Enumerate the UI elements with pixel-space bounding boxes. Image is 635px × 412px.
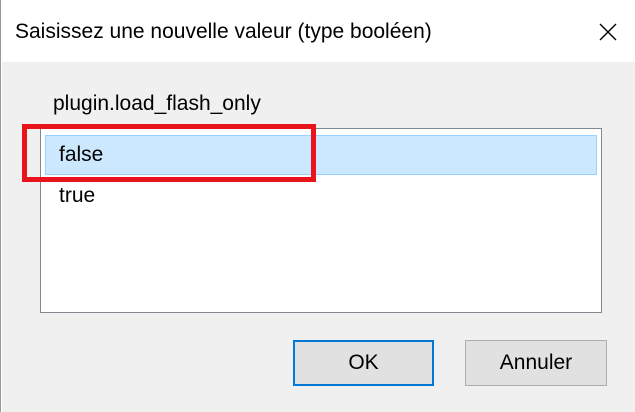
close-icon xyxy=(599,23,617,41)
dialog-title: Saisissez une nouvelle valeur (type bool… xyxy=(15,20,432,43)
preference-name-label: plugin.load_flash_only xyxy=(53,92,261,115)
value-listbox[interactable]: false true xyxy=(40,128,602,313)
list-item-true[interactable]: true xyxy=(45,176,597,216)
cancel-button[interactable]: Annuler xyxy=(465,340,607,386)
dialog-window: Saisissez une nouvelle valeur (type bool… xyxy=(0,0,635,412)
list-item-false[interactable]: false xyxy=(45,135,597,175)
close-button[interactable] xyxy=(589,14,627,50)
title-bar[interactable]: Saisissez une nouvelle valeur (type bool… xyxy=(1,0,635,62)
ok-button[interactable]: OK xyxy=(293,340,434,386)
